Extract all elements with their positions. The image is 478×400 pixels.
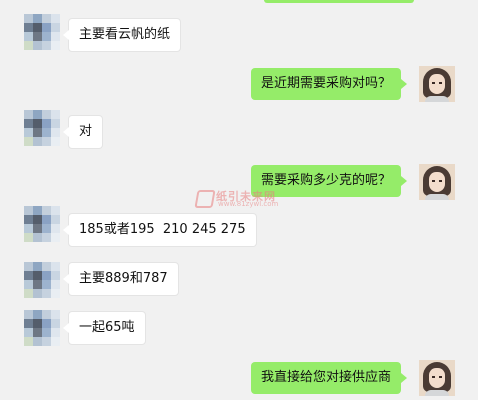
watermark-url: www.81zywl.com: [218, 200, 279, 208]
person-avatar-icon: [419, 164, 455, 200]
user-avatar[interactable]: [419, 164, 455, 200]
pixelated-avatar-icon: [24, 206, 60, 242]
watermark: 纸引未来网 www.81zywl.com: [194, 189, 286, 208]
contact-avatar[interactable]: [24, 262, 60, 298]
chat-panel: 主要看云帆的纸 是近期需要采购对吗？ 对 需要采购多少克的呢？ 纸引未来网 ww…: [0, 0, 478, 400]
message-bubble-outgoing[interactable]: 我直接给您对接供应商: [251, 362, 408, 394]
pixelated-avatar-icon: [24, 110, 60, 146]
message-bubble-incoming[interactable]: 主要889和787: [63, 262, 179, 296]
contact-avatar[interactable]: [24, 206, 60, 242]
message-bubble-incoming[interactable]: 主要看云帆的纸: [62, 18, 182, 52]
user-avatar[interactable]: [419, 66, 455, 102]
person-avatar-icon: [419, 66, 455, 102]
previous-message-edge: [264, 0, 414, 3]
person-avatar-icon: [419, 360, 455, 396]
pixelated-avatar-icon: [24, 14, 60, 50]
pixelated-avatar-icon: [24, 262, 60, 298]
message-bubble-incoming[interactable]: 一起65吨: [63, 311, 146, 345]
contact-avatar[interactable]: [24, 14, 60, 50]
contact-avatar[interactable]: [24, 110, 60, 146]
message-bubble-incoming[interactable]: 对: [62, 115, 104, 149]
contact-avatar[interactable]: [24, 310, 60, 346]
pixelated-avatar-icon: [24, 310, 60, 346]
watermark-logo-icon: [194, 190, 216, 208]
user-avatar[interactable]: [419, 360, 455, 396]
message-bubble-outgoing[interactable]: 是近期需要采购对吗？: [251, 68, 408, 100]
message-bubble-incoming[interactable]: 185或者195 210 245 275: [63, 213, 257, 247]
